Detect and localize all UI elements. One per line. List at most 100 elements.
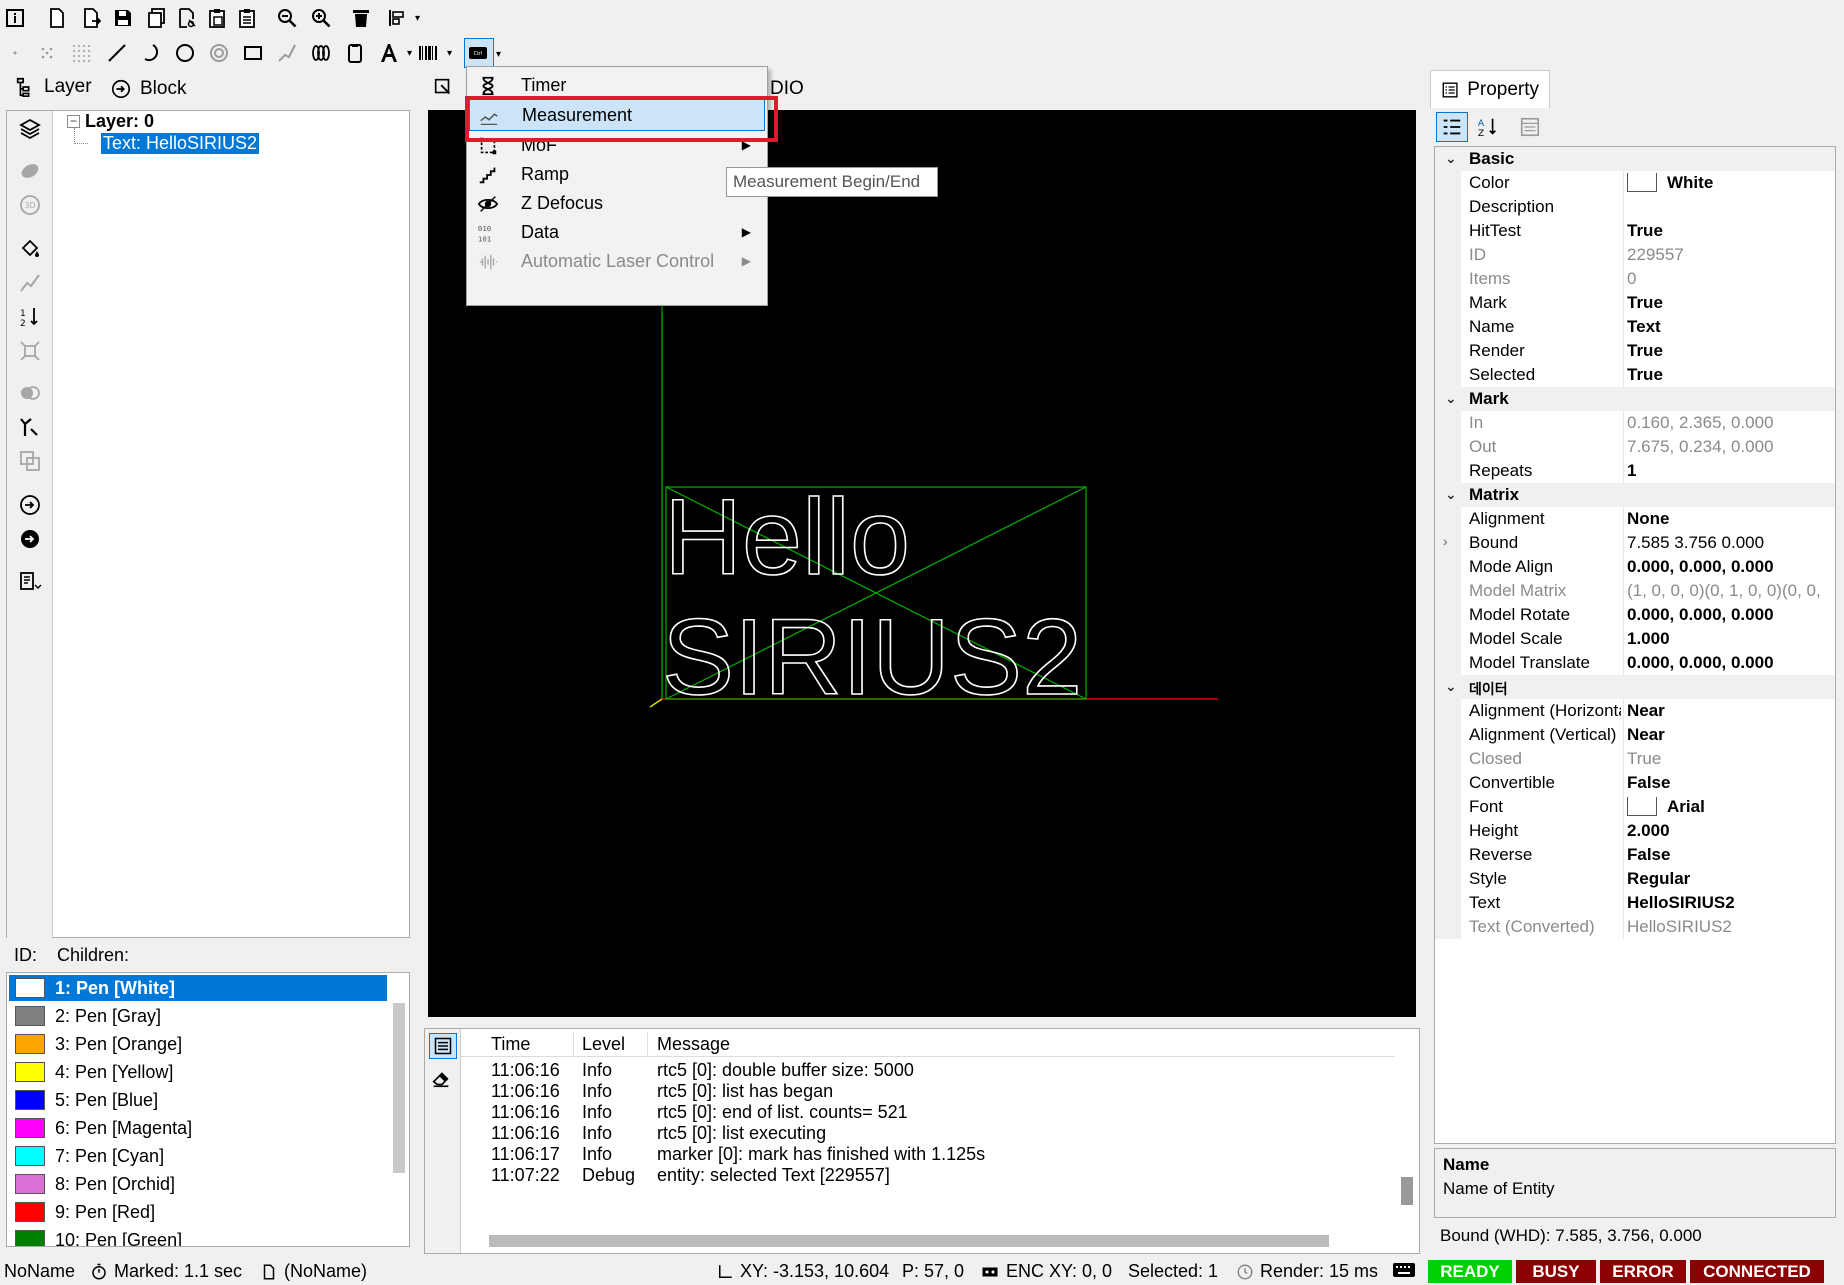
sort-alpha-icon[interactable]: AZ — [1472, 112, 1504, 142]
list-item[interactable]: 6: Pen [Magenta] — [9, 1115, 387, 1141]
section-matrix[interactable]: ⌄ Matrix — [1435, 483, 1835, 507]
prop-row[interactable]: Style Regular — [1435, 867, 1835, 891]
eraser-icon[interactable] — [430, 1067, 456, 1093]
log-vertical-scrollbar[interactable] — [1401, 1177, 1413, 1205]
prop-row[interactable]: Render True — [1435, 339, 1835, 363]
menu-item-z-defocus[interactable]: Z Defocus — [469, 187, 765, 219]
keyboard-icon[interactable] — [1392, 1261, 1416, 1279]
branch-icon[interactable] — [16, 413, 44, 441]
menu-item-data[interactable]: 010 101 Data ▶ — [469, 216, 765, 248]
prop-row[interactable]: Alignment None — [1435, 507, 1835, 531]
prop-row[interactable]: Color White — [1435, 171, 1835, 195]
line-icon[interactable] — [102, 38, 132, 68]
explode-icon[interactable] — [16, 337, 44, 365]
export-icon[interactable] — [16, 567, 44, 595]
layers-icon[interactable] — [16, 115, 44, 143]
collapse-icon[interactable]: − — [67, 115, 80, 128]
list-item[interactable]: 3: Pen [Orange] — [9, 1031, 387, 1057]
log-horizontal-scrollbar[interactable] — [489, 1235, 1329, 1247]
zoom-in-icon[interactable] — [306, 3, 336, 33]
tree-layer-node[interactable]: Layer: 0 — [85, 111, 154, 132]
section-mark[interactable]: ⌄ Mark — [1435, 387, 1835, 411]
expand-icon[interactable]: › — [1443, 533, 1448, 549]
list-item[interactable]: 1: Pen [White] — [9, 975, 387, 1001]
tab-block[interactable]: Block — [100, 72, 196, 106]
prop-row[interactable]: Mode Align 0.000, 0.000, 0.000 — [1435, 555, 1835, 579]
info-icon[interactable] — [0, 3, 30, 33]
prop-row[interactable]: › Bound 7.585 3.756 0.000 — [1435, 531, 1835, 555]
property-pages-icon[interactable] — [1514, 112, 1546, 142]
section-data[interactable]: ⌄ 데이터 — [1435, 675, 1835, 699]
prop-row[interactable]: Mark True — [1435, 291, 1835, 315]
tab-property[interactable]: Property — [1430, 70, 1550, 108]
prop-row[interactable]: ID 229557 — [1435, 243, 1835, 267]
prop-row[interactable]: Model Matrix (1, 0, 0, 0)(0, 1, 0, 0)(0, … — [1435, 579, 1835, 603]
trepan-icon[interactable] — [272, 38, 302, 68]
prop-row[interactable]: Text HelloSIRIUS2 — [1435, 891, 1835, 915]
menu-item-ramp[interactable]: Ramp — [469, 158, 765, 190]
prop-row[interactable]: Selected True — [1435, 363, 1835, 387]
exit-icon[interactable] — [16, 525, 44, 553]
open-file-icon[interactable] — [76, 3, 106, 33]
prop-row[interactable]: Reverse False — [1435, 843, 1835, 867]
list-item[interactable]: 7: Pen [Cyan] — [9, 1143, 387, 1169]
tab-layer[interactable]: Layer — [4, 70, 102, 104]
editor-tab-icon[interactable] — [432, 76, 458, 102]
group-icon[interactable] — [16, 379, 44, 407]
path-icon[interactable] — [16, 269, 44, 297]
prop-row[interactable]: Alignment (Horizontal) Near — [1435, 699, 1835, 723]
clipboard-icon[interactable] — [232, 3, 262, 33]
prop-row[interactable]: Model Rotate 0.000, 0.000, 0.000 — [1435, 603, 1835, 627]
prop-row[interactable]: HitTest True — [1435, 219, 1835, 243]
prop-row[interactable]: Alignment (Vertical) Near — [1435, 723, 1835, 747]
prop-row[interactable]: Repeats 1 — [1435, 459, 1835, 483]
rectangle-icon[interactable] — [238, 38, 268, 68]
paste-icon[interactable] — [202, 3, 232, 33]
table-row[interactable]: 11:07:22 Debug entity: selected Text [2295… — [461, 1163, 1395, 1188]
point-icon[interactable] — [0, 38, 30, 68]
list-item[interactable]: 2: Pen [Gray] — [9, 1003, 387, 1029]
list-item[interactable]: 4: Pen [Yellow] — [9, 1059, 387, 1085]
prop-row[interactable]: Convertible False — [1435, 771, 1835, 795]
control-icon[interactable]: Ctrl ▾ — [464, 38, 501, 68]
copy-icon[interactable] — [142, 3, 172, 33]
copy-layer-icon[interactable] — [16, 447, 44, 475]
text-tool-icon[interactable]: ▾ — [374, 38, 412, 68]
prop-row[interactable]: Closed True — [1435, 747, 1835, 771]
prop-row[interactable]: Text (Converted) HelloSIRIUS2 — [1435, 915, 1835, 939]
tree-text-node[interactable]: Text: HelloSIRIUS2 — [101, 133, 260, 154]
3d-icon[interactable]: 3D — [16, 191, 44, 219]
prop-row[interactable]: In 0.160, 2.365, 0.000 — [1435, 411, 1835, 435]
log-header-time[interactable]: Time — [491, 1034, 530, 1055]
list-item[interactable]: 10: Pen [Green] — [9, 1227, 387, 1246]
list-item[interactable]: 9: Pen [Red] — [9, 1199, 387, 1225]
fill-bucket-icon[interactable] — [16, 235, 44, 263]
prop-row[interactable]: Model Translate 0.000, 0.000, 0.000 — [1435, 651, 1835, 675]
prop-row[interactable]: Items 0 — [1435, 267, 1835, 291]
cut-icon[interactable] — [172, 3, 202, 33]
zoom-out-icon[interactable] — [272, 3, 302, 33]
categorized-icon[interactable] — [1436, 112, 1468, 142]
log-list-icon[interactable] — [429, 1033, 457, 1059]
leaf-icon[interactable] — [16, 157, 44, 185]
log-header-message[interactable]: Message — [657, 1034, 730, 1055]
points-icon[interactable] — [32, 38, 62, 68]
spiral-icon[interactable] — [204, 38, 234, 68]
spiral-coil-icon[interactable] — [306, 38, 336, 68]
align-icon[interactable]: ▾ — [382, 3, 420, 33]
list-item[interactable]: 5: Pen [Blue] — [9, 1087, 387, 1113]
list-item[interactable]: 8: Pen [Orchid] — [9, 1171, 387, 1197]
prop-row[interactable]: Description — [1435, 195, 1835, 219]
prop-row[interactable]: Model Scale 1.000 — [1435, 627, 1835, 651]
sort-order-icon[interactable]: 12 — [16, 303, 44, 331]
prop-row[interactable]: Height 2.000 — [1435, 819, 1835, 843]
pen-list-scrollbar[interactable] — [393, 1003, 405, 1173]
circle-icon[interactable] — [170, 38, 200, 68]
prop-row[interactable]: Name Text — [1435, 315, 1835, 339]
arc-icon[interactable] — [136, 38, 166, 68]
entry-icon[interactable] — [16, 491, 44, 519]
card-icon[interactable] — [340, 38, 370, 68]
section-basic[interactable]: ⌄ Basic — [1435, 147, 1835, 171]
new-file-icon[interactable] — [42, 3, 72, 33]
barcode-icon[interactable]: ▾ — [414, 38, 452, 68]
